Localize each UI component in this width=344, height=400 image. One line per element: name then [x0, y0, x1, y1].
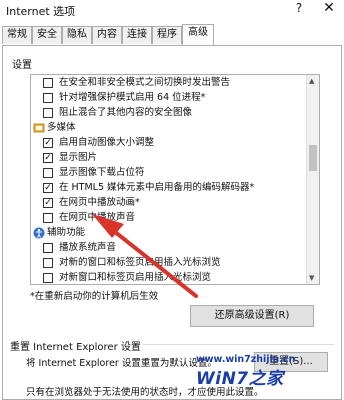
settings-option[interactable]: 针对增强保护模式启用 64 位进程*: [31, 91, 307, 106]
settings-option-label: 显示图像下载占位符: [59, 167, 145, 178]
checkbox-checked[interactable]: ✓: [43, 198, 53, 208]
settings-option-label: 在安全和非安全模式之间切换时发出警告: [59, 77, 231, 88]
checkbox-checked[interactable]: ✓: [43, 138, 53, 148]
settings-scrollbar[interactable]: ▲ ▼: [306, 75, 319, 284]
tab-security[interactable]: 安全: [32, 26, 62, 44]
tab-privacy[interactable]: 隐私: [62, 26, 92, 44]
checkbox[interactable]: [43, 108, 53, 118]
settings-group-label: 辅助功能: [47, 227, 86, 238]
settings-option-label: 播放系统声音: [59, 242, 117, 253]
watermark-logo: www.win7zhijia.cn WiN7之家: [196, 354, 336, 389]
restart-note: *在重新启动你的计算机后生效: [30, 291, 159, 302]
settings-option-label: 在网页中播放声音: [59, 212, 136, 223]
settings-option[interactable]: ✓ 在 HTML5 媒体元素中启用备用的编码解码器*: [31, 181, 307, 196]
scroll-up-icon[interactable]: ▲: [309, 77, 314, 85]
restore-advanced-settings-button[interactable]: 还原高级设置(R): [190, 305, 314, 327]
tab-advanced[interactable]: 高级: [182, 24, 214, 45]
settings-option-label: 启用自动图像大小调整: [59, 137, 155, 148]
settings-option[interactable]: 播放系统声音: [31, 241, 307, 256]
accessibility-icon: [33, 227, 45, 239]
settings-option-label: 针对增强保护模式启用 64 位进程*: [59, 92, 206, 103]
tab-programs[interactable]: 程序: [152, 26, 182, 44]
checkbox[interactable]: [43, 273, 53, 283]
title-bar: Internet 选项 ? ✕: [0, 0, 344, 20]
settings-group[interactable]: 多媒体: [31, 121, 307, 136]
checkbox-checked[interactable]: ✓: [43, 183, 53, 193]
settings-group-label: 多媒体: [47, 122, 76, 133]
settings-option[interactable]: ✓ 显示图片: [31, 151, 307, 166]
settings-option-label: 显示图片: [59, 152, 98, 163]
settings-option[interactable]: 阻止混合了其他内容的安全图像: [31, 106, 307, 121]
settings-option-label: 在网页中播放动画*: [59, 197, 140, 208]
checkbox[interactable]: [43, 93, 53, 103]
checkbox[interactable]: [43, 78, 53, 88]
settings-option-label: 对新窗口和标签页启用插入光标浏览: [59, 272, 212, 283]
checkbox[interactable]: [43, 258, 53, 268]
reset-group-label: 重置 Internet Explorer 设置: [10, 338, 143, 353]
settings-option-label: 对新的窗口和标签页启用插入光标浏览: [59, 257, 221, 268]
settings-option[interactable]: ✓ 在网页中播放动画*: [31, 196, 307, 211]
checkbox[interactable]: [43, 213, 53, 223]
watermark-logo-text: WiN7之家: [196, 369, 284, 389]
settings-option-label: 阻止混合了其他内容的安全图像: [59, 107, 193, 118]
checkbox-checked[interactable]: ✓: [43, 153, 53, 163]
settings-option[interactable]: 在网页中播放声音: [31, 211, 307, 226]
checkbox[interactable]: [43, 243, 53, 253]
settings-option[interactable]: 显示图像下载占位符: [31, 166, 307, 181]
tab-general[interactable]: 常规: [2, 26, 32, 44]
window-title: Internet 选项: [6, 5, 76, 18]
settings-option[interactable]: 在安全和非安全模式之间切换时发出警告: [31, 76, 307, 91]
settings-option[interactable]: 对新的窗口和标签页启用插入光标浏览: [31, 256, 307, 271]
checkbox[interactable]: [43, 168, 53, 178]
settings-option[interactable]: 对新窗口和标签页启用插入光标浏览: [31, 271, 307, 284]
settings-tree: 在安全和非安全模式之间切换时发出警告 针对增强保护模式启用 64 位进程* 阻止混合…: [30, 74, 320, 285]
settings-option-label: 在 HTML5 媒体元素中启用备用的编码解码器*: [59, 182, 255, 193]
settings-option[interactable]: ✓ 启用自动图像大小调整: [31, 136, 307, 151]
settings-label: 设置: [12, 60, 32, 71]
tab-content[interactable]: 内容: [92, 26, 122, 44]
scrollbar-thumb[interactable]: [309, 145, 317, 171]
help-button[interactable]: ?: [292, 1, 306, 17]
close-button[interactable]: ✕: [318, 0, 340, 18]
tab-connections[interactable]: 连接: [122, 26, 152, 44]
scroll-down-icon[interactable]: ▼: [309, 274, 314, 282]
settings-group[interactable]: 辅助功能: [31, 226, 307, 241]
multimedia-icon: [33, 123, 45, 133]
reset-description: 将 Internet Explorer 设置重置为默认设置。: [26, 358, 217, 369]
